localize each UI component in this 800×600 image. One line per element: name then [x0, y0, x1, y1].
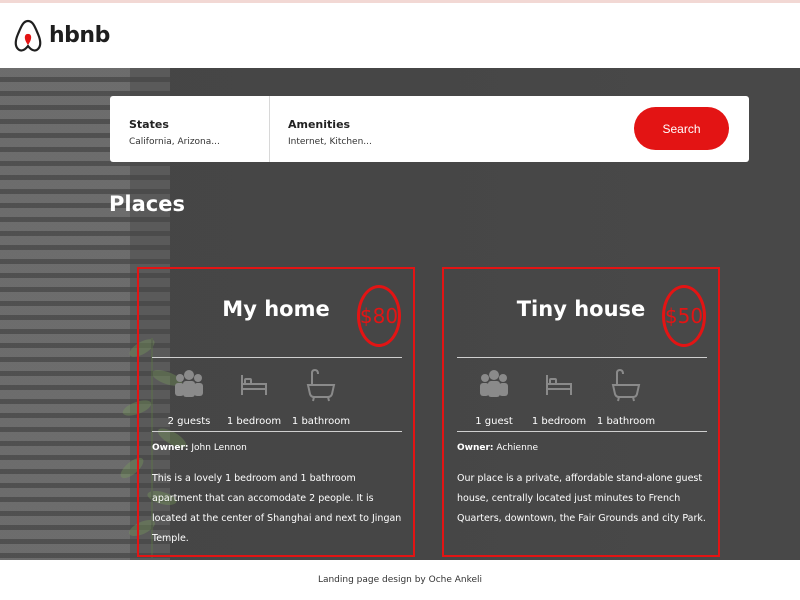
price-badge: $50	[662, 285, 706, 347]
bathrooms-info: 1 bathroom	[286, 367, 356, 427]
bathtub-icon	[306, 368, 336, 402]
guests-icon	[175, 370, 203, 397]
site-footer: Landing page design by Oche Ankeli	[0, 560, 800, 600]
bathtub-icon	[611, 368, 641, 402]
bathrooms-info: 1 bathroom	[591, 367, 661, 427]
owner-info: Owner: John Lennon	[152, 443, 247, 453]
guests-label: 2 guests	[167, 416, 211, 427]
places-title: Places	[109, 192, 185, 216]
airbnb-logo-icon	[14, 19, 42, 52]
place-description: This is a lovely 1 bedroom and 1 bathroo…	[152, 473, 402, 544]
logo-text: hbnb	[49, 23, 110, 48]
bed-icon	[241, 375, 267, 395]
divider	[457, 431, 707, 432]
guests-info: 2 guests	[154, 367, 224, 427]
place-card[interactable]: Tiny house $50 1 guest 1 bedroom 1 bathr…	[442, 267, 720, 557]
bedrooms-info: 1 bedroom	[524, 367, 594, 427]
states-filter-value: California, Arizona...	[129, 137, 220, 147]
bathrooms-label: 1 bathroom	[596, 416, 656, 427]
guests-info: 1 guest	[459, 367, 529, 427]
owner-name: Achienne	[496, 443, 539, 453]
bedrooms-label: 1 bedroom	[531, 416, 587, 427]
amenities-filter-value: Internet, Kitchen...	[288, 137, 372, 147]
site-header: hbnb	[0, 3, 800, 68]
search-button[interactable]: Search	[634, 107, 729, 150]
owner-label: Owner:	[152, 443, 189, 453]
price-badge: $80	[357, 285, 401, 347]
divider	[152, 357, 402, 358]
states-filter-title: States	[129, 118, 169, 131]
owner-name: John Lennon	[191, 443, 247, 453]
divider	[152, 431, 402, 432]
search-bar: States California, Arizona... Amenities …	[110, 96, 749, 162]
bathrooms-label: 1 bathroom	[291, 416, 351, 427]
place-card[interactable]: My home $80 2 guests 1 bedroom 1 bathroo…	[137, 267, 415, 557]
amenities-filter[interactable]: Amenities Internet, Kitchen...	[270, 96, 372, 162]
divider	[457, 357, 707, 358]
footer-credit: Landing page design by Oche Ankeli	[317, 575, 483, 585]
guests-label: 1 guest	[475, 416, 513, 427]
logo[interactable]: hbnb	[13, 18, 110, 54]
hero-section: States California, Arizona... Amenities …	[0, 68, 800, 560]
owner-info: Owner: Achienne	[457, 443, 538, 453]
bed-icon	[546, 375, 572, 395]
bedrooms-info: 1 bedroom	[219, 367, 289, 427]
owner-label: Owner:	[457, 443, 494, 453]
amenities-filter-title: Amenities	[288, 118, 351, 131]
states-filter[interactable]: States California, Arizona...	[110, 96, 270, 162]
place-description: Our place is a private, affordable stand…	[457, 473, 706, 524]
guests-icon	[480, 370, 508, 397]
bedrooms-label: 1 bedroom	[226, 416, 282, 427]
